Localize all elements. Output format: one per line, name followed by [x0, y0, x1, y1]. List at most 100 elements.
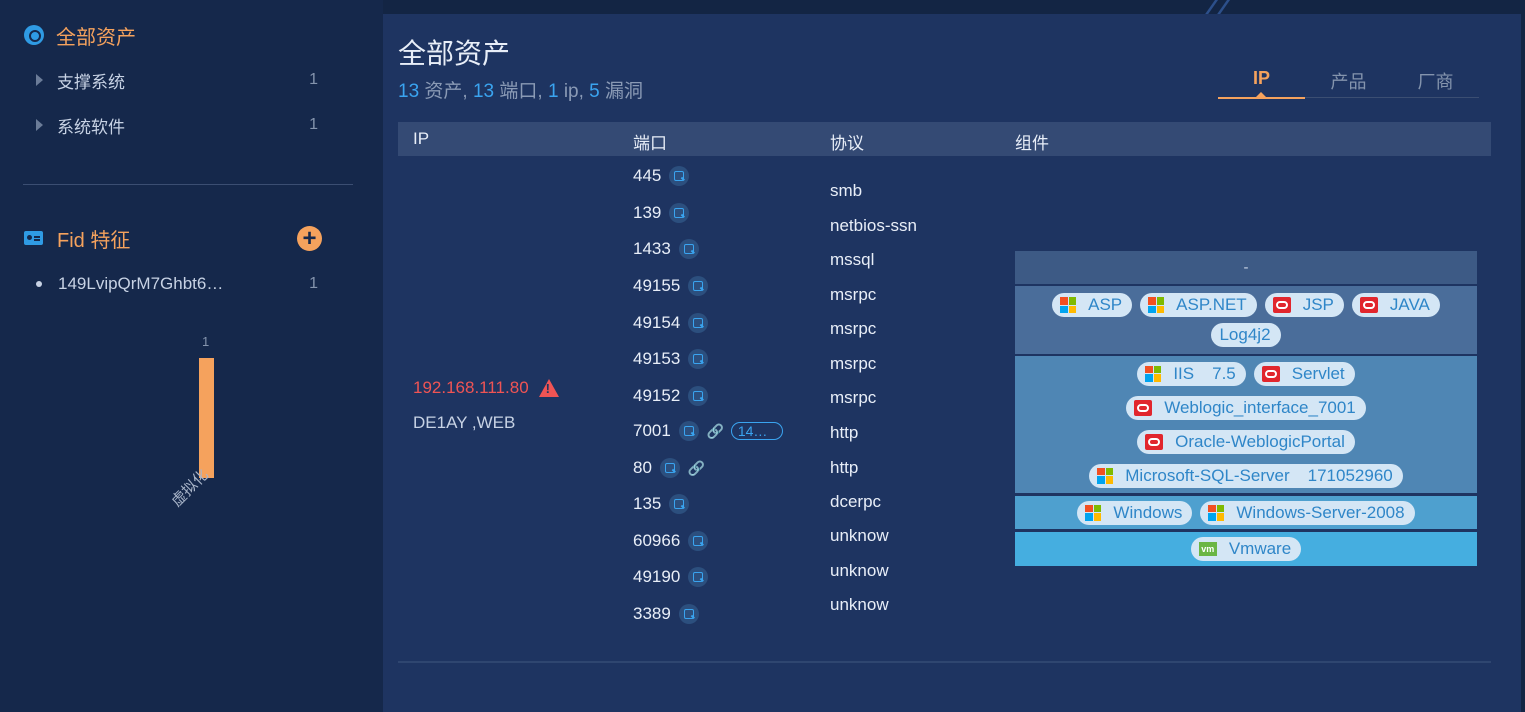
component-name: Oracle-WeblogicPortal [1175, 431, 1345, 451]
tab-vendor[interactable]: 厂商 [1392, 68, 1479, 97]
oracle-icon [1359, 297, 1378, 313]
sidebar: 全部资产 支撑系统 1 系统软件 1 Fid 特征 + 149LvipQrM7G… [0, 0, 383, 712]
warning-icon[interactable] [538, 379, 559, 397]
component-name: ASP.NET [1176, 295, 1247, 314]
component-layer-5: vm Vmware [1015, 532, 1477, 566]
component-tag[interactable]: Windows-Server-2008 [1200, 500, 1415, 525]
fid-item-count: 1 [309, 275, 318, 292]
search-detail-icon[interactable] [678, 604, 699, 624]
protocol-label: msrpc [830, 354, 877, 373]
title-tag[interactable]: 14… [730, 422, 783, 440]
ip-address-text[interactable]: 192.168.111.80 [413, 378, 529, 398]
sidebar-item-count: 1 [309, 116, 318, 133]
search-detail-icon[interactable] [669, 203, 690, 223]
component-tag[interactable]: JAVA [1351, 293, 1440, 317]
component-layer-4: Windows Windows-Server-2008 [1015, 496, 1477, 529]
component-name: ASP [1088, 295, 1123, 314]
fid-item[interactable]: 149LvipQrM7Ghbt6… 1 [36, 272, 318, 296]
search-detail-icon[interactable] [678, 239, 699, 259]
search-detail-icon[interactable] [688, 386, 709, 406]
divider [23, 184, 353, 185]
component-tag[interactable]: IIS 7.5 [1137, 361, 1246, 386]
fid-item-label: 149LvipQrM7Ghbt6… [58, 274, 224, 293]
port-row: 139 [633, 201, 690, 225]
ip-label: ip, [558, 81, 590, 102]
port-row: 49152 [633, 384, 709, 408]
port-row: 3389 [633, 602, 699, 626]
port-row: 80 🔗 [633, 456, 705, 480]
search-detail-icon[interactable] [688, 276, 709, 296]
protocol-label: netbios-ssn [830, 216, 917, 235]
tab-ip[interactable]: IP [1218, 68, 1305, 99]
bullet-icon [36, 281, 42, 287]
link-icon[interactable]: 🔗 [707, 423, 724, 440]
component-tag[interactable]: Weblogic_interface_7001 [1126, 395, 1366, 420]
search-detail-icon[interactable] [669, 494, 690, 514]
component-tag[interactable]: Log4j2 [1211, 323, 1281, 347]
link-icon[interactable]: 🔗 [688, 460, 705, 477]
component-name: Windows [1113, 502, 1183, 522]
component-version: 171052960 [1307, 465, 1393, 485]
component-tag[interactable]: Microsoft-SQL-Server 171052960 [1089, 463, 1403, 488]
search-detail-icon[interactable] [688, 531, 709, 551]
port-number: 3389 [633, 604, 671, 623]
component-layer-2: ASP ASP.NET JSP JAVA Log4j2 [1015, 286, 1477, 354]
protocol-label: unknow [830, 526, 889, 545]
microsoft-icon [1085, 504, 1102, 521]
search-detail-icon[interactable] [688, 349, 709, 369]
assets-label: 资产, [419, 81, 473, 102]
sidebar-item-system-software[interactable]: 系统软件 1 [36, 113, 318, 137]
ip-address[interactable]: 192.168.111.80 [413, 378, 559, 398]
component-name: Weblogic_interface_7001 [1164, 397, 1356, 417]
component-tag[interactable]: Oracle-WeblogicPortal [1137, 429, 1355, 454]
page-title: 全部资产 [398, 38, 511, 69]
fid-section-header: Fid 特征 + [24, 224, 322, 252]
fid-title: Fid 特征 [57, 229, 131, 252]
assets-count: 13 [398, 81, 420, 102]
port-row: 60966 [633, 529, 709, 553]
oracle-icon [1145, 433, 1164, 450]
bar[interactable] [199, 358, 214, 478]
empty-layer-dash: - [1243, 259, 1249, 276]
sidebar-title-label: 全部资产 [56, 26, 136, 49]
component-tag[interactable]: JSP [1264, 293, 1344, 317]
vmware-icon: vm [1198, 542, 1217, 556]
port-row: 445 [633, 164, 690, 188]
ports-count: 13 [472, 81, 495, 102]
microsoft-icon [1145, 365, 1162, 382]
component-tag[interactable]: ASP.NET [1140, 293, 1257, 317]
component-layer-3: IIS 7.5 Servlet Weblogic_interface_7001 Orac… [1015, 356, 1477, 493]
search-detail-icon[interactable] [678, 421, 699, 441]
search-detail-icon[interactable] [688, 567, 709, 587]
tab-product[interactable]: 产品 [1305, 68, 1392, 97]
port-number: 49190 [633, 567, 681, 586]
port-number: 49152 [633, 386, 681, 405]
component-tag[interactable]: ASP [1052, 293, 1133, 317]
search-detail-icon[interactable] [659, 458, 680, 478]
component-name: Servlet [1291, 363, 1345, 383]
asset-summary: 13 资产, 13 端口, 1 ip, 5 漏洞 [398, 76, 643, 103]
column-ip: IP [413, 129, 430, 148]
component-name: JAVA [1389, 295, 1430, 314]
component-tag[interactable]: Windows [1077, 500, 1193, 525]
microsoft-icon [1060, 297, 1077, 313]
search-detail-icon[interactable] [669, 166, 690, 186]
component-name: Log4j2 [1219, 325, 1271, 344]
right-edge [1521, 0, 1525, 712]
add-fid-button[interactable]: + [297, 225, 322, 251]
component-tag[interactable]: Servlet [1253, 361, 1355, 386]
port-number: 60966 [633, 531, 681, 550]
protocol-label: msrpc [830, 388, 877, 407]
component-name: JSP [1302, 295, 1334, 314]
vuln-label: 漏洞 [599, 81, 644, 102]
port-number: 49153 [633, 349, 681, 368]
sidebar-item-support-system[interactable]: 支撑系统 1 [36, 68, 318, 92]
component-tag[interactable]: vm Vmware [1190, 537, 1302, 561]
main-panel: 全部资产 13 资产, 13 端口, 1 ip, 5 漏洞 IP 产品 厂商 I… [383, 14, 1521, 712]
caret-right-icon[interactable] [36, 119, 43, 131]
sidebar-title[interactable]: 全部资产 [24, 22, 136, 49]
caret-right-icon[interactable] [36, 74, 43, 86]
search-detail-icon[interactable] [688, 313, 709, 333]
column-port: 端口 [633, 134, 667, 153]
port-number: 139 [633, 203, 662, 222]
